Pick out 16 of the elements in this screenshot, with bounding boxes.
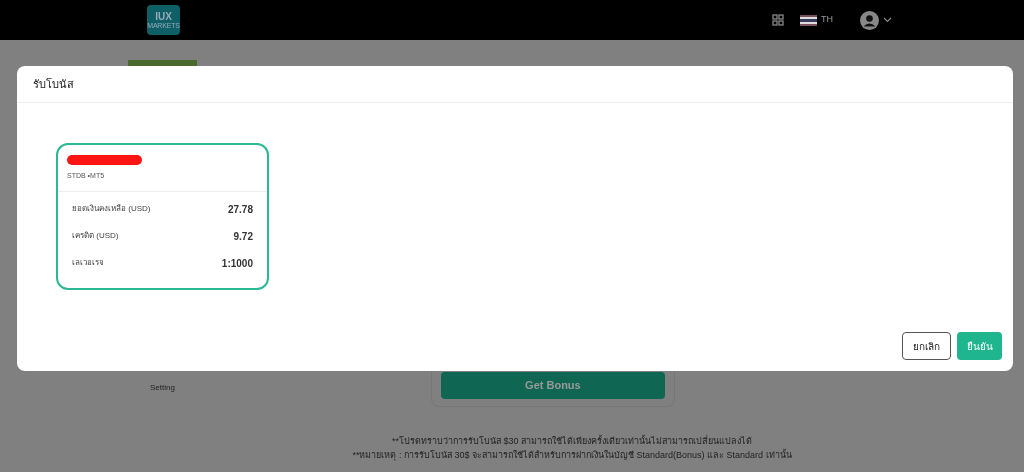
account-field-label: เลเวอเรจ — [72, 257, 104, 269]
note-text: **หมายเหตุ : การรับโบนัส 30$ จะสามารถใช้ได้สำหรับการฝากเงินในบัญชี Standard(Bonus) และ Standard เท่านั้น — [352, 448, 792, 462]
account-field-label: เครดิต (USD) — [72, 230, 119, 242]
account-field-value: 27.78 — [227, 202, 253, 217]
flag-icon[interactable] — [800, 14, 817, 26]
note-text: **โปรดทราบว่าการรับโบนัส $30 สามารถใช้ได้เพียงครั้งเดียวเท่านั้นไม่สามารถเปลี่ยนแปลงได้ — [392, 434, 752, 448]
cancel-button[interactable]: ยกเลิก — [902, 332, 951, 360]
account-field-label: ยอดเงินคงเหลือ (USD) — [72, 203, 151, 215]
account-field-value: 1:1000 — [221, 256, 253, 271]
account-field-value: 9.72 — [233, 229, 253, 244]
apps-grid-icon[interactable] — [772, 14, 784, 26]
dialog-title: รับโบนัส — [33, 76, 74, 92]
setting-label: Setting — [150, 382, 175, 394]
chevron-down-icon[interactable] — [883, 17, 892, 23]
user-avatar-icon[interactable] — [860, 10, 879, 30]
language-label[interactable]: TH — [821, 13, 833, 27]
